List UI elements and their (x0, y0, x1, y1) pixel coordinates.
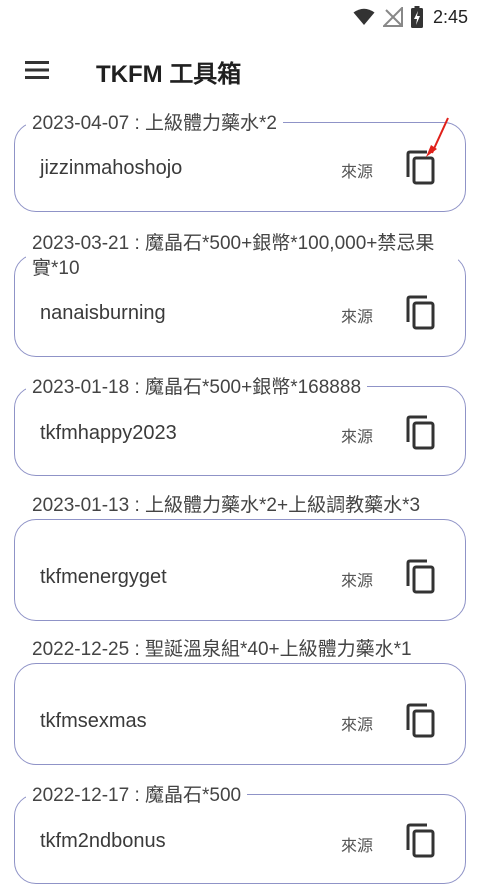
copy-icon (406, 415, 435, 450)
card-label: 2022-12-25 : 聖誕溫泉組*40+上級體力藥水*1 (26, 637, 418, 662)
pointer-arrow-icon (426, 117, 449, 157)
redeem-code: tkfm2ndbonus (40, 830, 166, 852)
redeem-code: jizzinmahoshojo (40, 157, 183, 179)
redeem-card: 2023-01-13 : 上級體力藥水*2+上級調教藥水*3 tkfmenerg… (0, 493, 480, 623)
wifi-icon (353, 8, 375, 25)
redeem-card: 2023-03-21 : 魔晶石*500+銀幣*100,000+禁忌果實*10 … (0, 231, 480, 359)
redeem-card: 2023-01-18 : 魔晶石*500+銀幣*168888 tkfmhappy… (0, 375, 480, 479)
copy-icon (406, 823, 435, 858)
card-label: 2023-01-18 : 魔晶石*500+銀幣*168888 (26, 375, 368, 400)
copy-button[interactable] (404, 703, 438, 739)
source-link[interactable]: 來源 (341, 567, 373, 591)
copy-icon (406, 559, 435, 594)
status-icons: 2:45 (353, 4, 468, 30)
source-link[interactable]: 來源 (341, 423, 373, 447)
app-title: TKFM 工具箱 (96, 61, 242, 88)
copy-icon (406, 295, 435, 330)
source-link[interactable]: 來源 (341, 711, 373, 735)
redeem-card: 2022-12-17 : 魔晶石*500 tkfm2ndbonus 來源 (0, 783, 480, 884)
source-link[interactable]: 來源 (341, 303, 373, 327)
source-link[interactable]: 來源 (341, 158, 373, 182)
card-label: 2023-01-13 : 上級體力藥水*2+上級調教藥水*3 (26, 493, 427, 518)
copy-button[interactable] (404, 415, 438, 451)
copy-button[interactable] (404, 295, 438, 331)
redeem-code: nanaisburning (40, 302, 166, 324)
redeem-card: 2023-04-07 : 上級體力藥水*2 jizzinmahoshojo 來源 (0, 111, 480, 215)
copy-icon (406, 703, 435, 738)
card-label: 2023-04-07 : 上級體力藥水*2 (26, 111, 283, 136)
redeem-code: tkfmenergyget (40, 566, 167, 588)
card-label: 2022-12-17 : 魔晶石*500 (26, 783, 248, 808)
card-label: 2023-03-21 : 魔晶石*500+銀幣*100,000+禁忌果實*10 (26, 231, 458, 281)
no-signal-icon (382, 7, 403, 27)
status-bar: 2:45 (0, 0, 480, 34)
hamburger-menu-icon (25, 61, 49, 79)
redeem-code: tkfmsexmas (40, 710, 147, 732)
redeem-card: 2022-12-25 : 聖誕溫泉組*40+上級體力藥水*1 tkfmsexma… (0, 637, 480, 767)
copy-button[interactable] (404, 823, 438, 859)
copy-button[interactable] (404, 559, 438, 595)
app-bar: TKFM 工具箱 (0, 38, 480, 102)
menu-button[interactable] (22, 56, 52, 84)
source-link[interactable]: 來源 (341, 832, 373, 856)
status-time: 2:45 (432, 6, 468, 27)
battery-charging-icon (410, 6, 423, 28)
redeem-code: tkfmhappy2023 (40, 422, 177, 444)
